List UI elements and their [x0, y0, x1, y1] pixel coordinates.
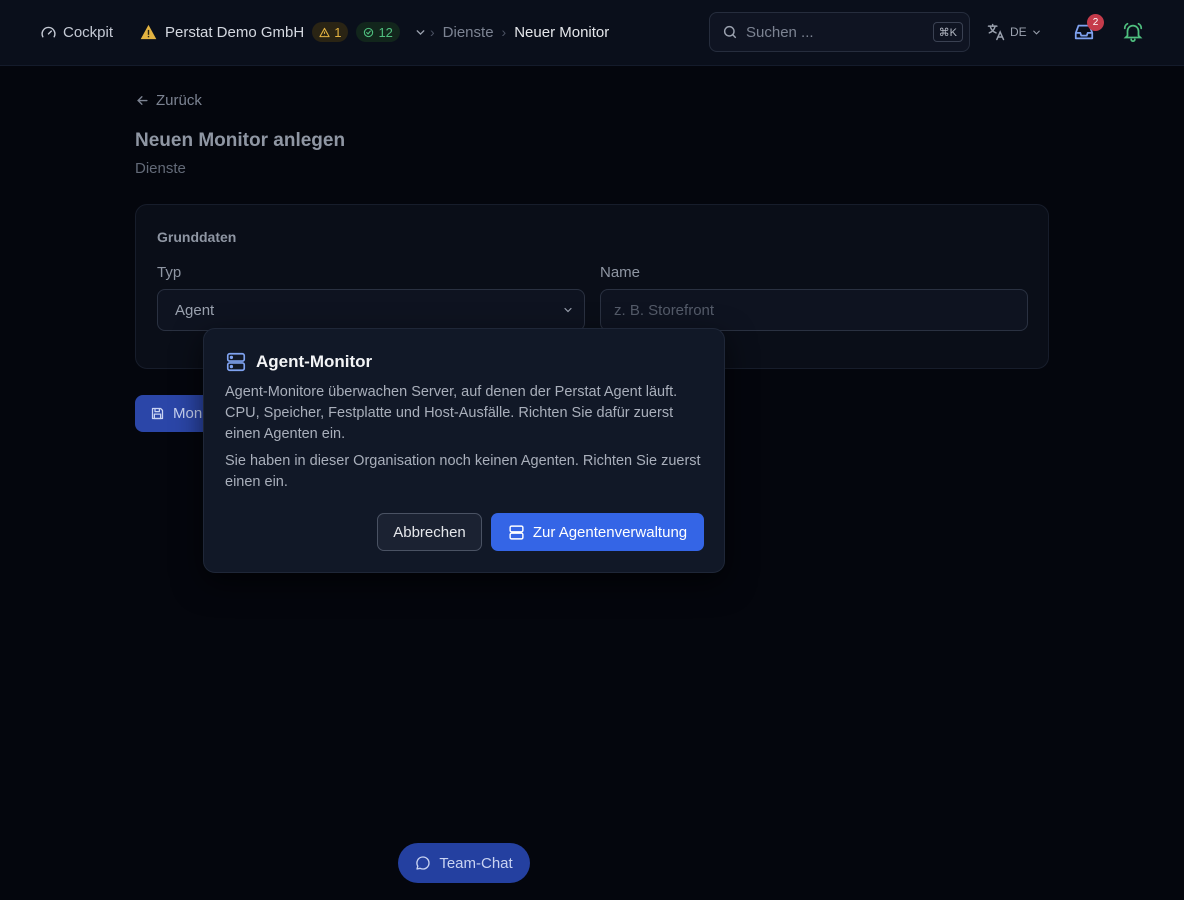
name-label: Name — [600, 264, 641, 281]
back-label: Zurück — [156, 91, 202, 109]
warning-triangle-icon — [140, 24, 157, 40]
save-monitor-label: Mon — [173, 405, 203, 422]
server-icon — [508, 524, 525, 541]
org-name: Perstat Demo GmbH — [165, 23, 305, 41]
check-circle-icon — [363, 27, 374, 38]
language-code: DE — [1010, 25, 1027, 39]
breadcrumb-item-current: Neuer Monitor — [514, 23, 610, 41]
language-switcher[interactable]: DE — [986, 22, 1042, 42]
agent-management-label: Zur Agentenverwaltung — [532, 523, 688, 541]
top-bar: Cockpit Perstat Demo GmbH 1 12 › Dienste… — [0, 0, 1184, 66]
back-link[interactable]: Zurück — [135, 90, 202, 110]
section-title: Grunddaten — [157, 229, 237, 245]
server-icon — [225, 351, 247, 373]
search-box[interactable]: Suchen ... ⌘K — [709, 12, 970, 52]
ok-count-badge[interactable]: 12 — [356, 22, 400, 42]
search-shortcut: ⌘K — [932, 22, 963, 42]
warning-count: 1 — [334, 24, 342, 40]
chevron-down-icon[interactable] — [414, 26, 427, 39]
team-chat-label: Team-Chat — [439, 854, 513, 872]
notifications-button[interactable] — [1122, 20, 1146, 44]
search-placeholder: Suchen ... — [746, 23, 814, 41]
breadcrumb: › Dienste › Neuer Monitor — [430, 22, 609, 42]
team-chat-button[interactable]: Team-Chat — [398, 843, 530, 883]
translate-icon — [986, 22, 1006, 42]
agent-monitor-dialog: Agent-Monitor Agent-Monitore überwachen … — [203, 328, 725, 573]
bell-icon — [1122, 21, 1144, 43]
org-switcher[interactable]: Perstat Demo GmbH 1 12 — [140, 20, 427, 44]
dialog-notice: Sie haben in dieser Organisation noch ke… — [225, 453, 701, 490]
save-icon — [150, 406, 165, 421]
dialog-title: Agent-Monitor — [256, 352, 373, 371]
warning-count-badge[interactable]: 1 — [312, 22, 349, 42]
search-icon — [722, 24, 738, 40]
dialog-description: Agent-Monitore überwachen Server, auf de… — [225, 384, 678, 442]
cancel-button[interactable]: Abbrechen — [377, 513, 482, 551]
inbox-button[interactable]: 2 — [1073, 14, 1104, 44]
gauge-icon — [40, 24, 57, 41]
cancel-label: Abbrechen — [393, 523, 466, 541]
alert-icon — [319, 27, 330, 38]
name-input[interactable] — [600, 289, 1028, 331]
chevron-down-icon — [1031, 27, 1042, 38]
type-select[interactable]: Agent — [157, 289, 585, 331]
inbox-badge: 2 — [1087, 14, 1104, 31]
type-label: Typ — [157, 264, 182, 281]
chat-bubble-icon — [415, 855, 431, 871]
cockpit-label: Cockpit — [63, 23, 114, 41]
arrow-left-icon — [135, 93, 150, 108]
page-title: Neuen Monitor anlegen — [135, 130, 346, 151]
chevron-right-icon: › — [430, 24, 435, 40]
dialog-header: Agent-Monitor — [225, 351, 372, 373]
type-select-value: Agent — [175, 301, 215, 319]
ok-count: 12 — [378, 24, 393, 40]
chevron-right-icon: › — [501, 24, 507, 40]
agent-management-button[interactable]: Zur Agentenverwaltung — [491, 513, 704, 551]
chevron-down-icon — [562, 304, 574, 316]
page-subtitle: Dienste — [135, 160, 186, 177]
cockpit-link[interactable]: Cockpit — [40, 22, 113, 42]
breadcrumb-item-dienste[interactable]: Dienste — [443, 24, 494, 41]
